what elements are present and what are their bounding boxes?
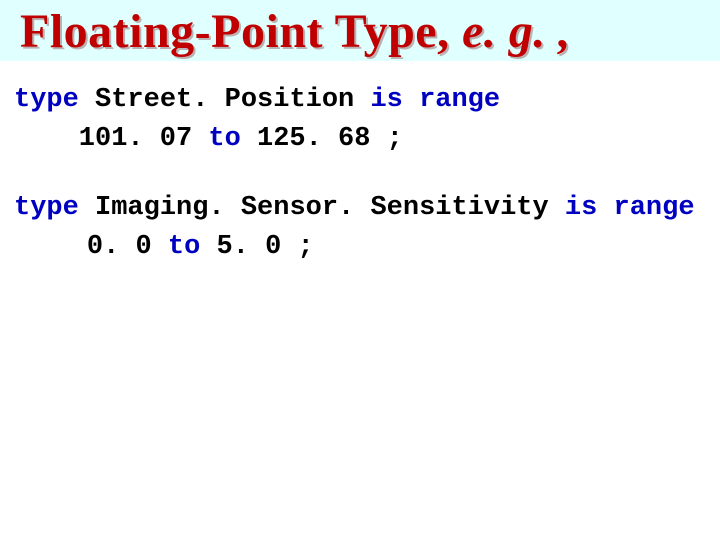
code-line-3: type Imaging. Sensor. Sensitivity is ran… <box>14 189 706 228</box>
keyword-is: is <box>370 85 402 115</box>
code-area: type Street. Position is range 101. 07 t… <box>0 61 720 268</box>
code-line-1: type Street. Position is range <box>14 81 706 120</box>
identifier-imaging-sensor-sensitivity: Imaging. Sensor. Sensitivity <box>79 193 565 223</box>
literal-low-2: 0. 0 <box>87 232 168 262</box>
keyword-range: range <box>419 85 500 115</box>
literal-high-2: 5. 0 ; <box>200 232 313 262</box>
space <box>403 85 419 115</box>
keyword-type: type <box>14 193 79 223</box>
title-eg: e. g. , <box>462 5 571 58</box>
code-line-2: 101. 07 to 125. 68 ; <box>14 120 706 159</box>
header-band: Floating-Point Type, e. g. , <box>0 0 720 61</box>
keyword-range: range <box>614 193 695 223</box>
literal-high-1: 125. 68 ; <box>241 124 403 154</box>
code-line-4: 0. 0 to 5. 0 ; <box>14 228 706 267</box>
keyword-is: is <box>565 193 597 223</box>
keyword-type: type <box>14 85 79 115</box>
keyword-to: to <box>168 232 200 262</box>
literal-low-1: 101. 07 <box>79 124 209 154</box>
slide-title: Floating-Point Type, e. g. , <box>20 4 700 59</box>
space <box>597 193 613 223</box>
keyword-to: to <box>208 124 240 154</box>
code-block-2: type Imaging. Sensor. Sensitivity is ran… <box>14 189 706 267</box>
title-main: Floating-Point Type, <box>20 5 462 58</box>
identifier-street-position: Street. Position <box>79 85 371 115</box>
